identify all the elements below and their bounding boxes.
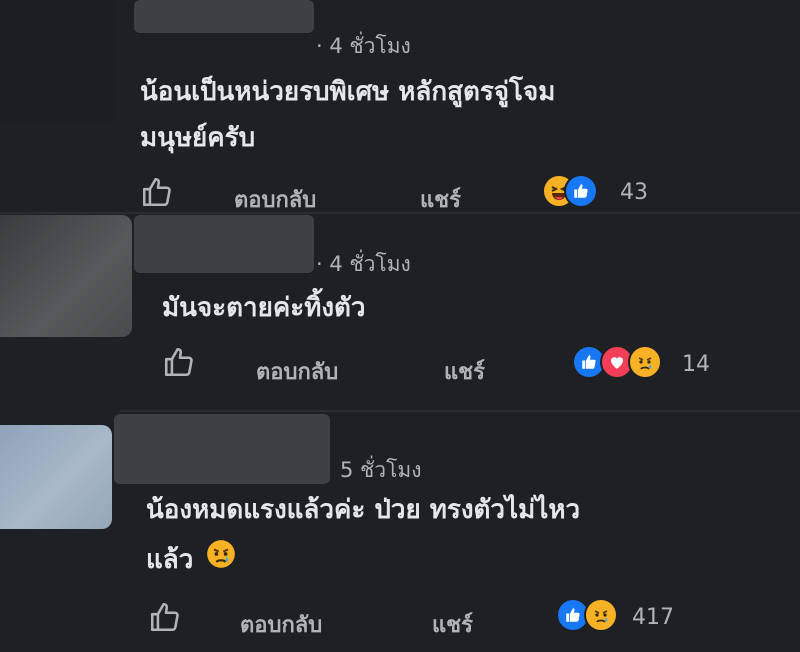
comment-text-line: แล้ว bbox=[146, 538, 236, 583]
sad-emoji-icon bbox=[206, 539, 236, 583]
avatar[interactable] bbox=[0, 215, 132, 337]
avatar[interactable] bbox=[0, 0, 115, 125]
like-outline-icon bbox=[142, 177, 171, 207]
like-reaction-icon bbox=[564, 174, 598, 208]
comment-text-word: แล้ว bbox=[146, 545, 194, 575]
comment-text-line: มนุษย์ครับ bbox=[140, 123, 256, 153]
reaction-count: 417 bbox=[632, 605, 674, 630]
reaction-count: 43 bbox=[620, 180, 648, 205]
commenter-name[interactable] bbox=[114, 414, 330, 484]
comment-divider bbox=[120, 410, 800, 412]
reactions-summary[interactable]: 14 bbox=[572, 343, 722, 383]
reactions-summary[interactable]: 417 bbox=[556, 596, 696, 636]
avatar[interactable] bbox=[0, 425, 112, 529]
reply-button[interactable]: ตอบกลับ bbox=[240, 607, 322, 642]
like-outline-icon bbox=[164, 347, 193, 377]
like-button[interactable] bbox=[162, 345, 196, 383]
commenter-name[interactable] bbox=[134, 0, 314, 33]
reaction-count: 14 bbox=[682, 352, 710, 377]
like-outline-icon bbox=[150, 602, 179, 632]
sad-emoji-icon bbox=[628, 345, 662, 379]
reply-button[interactable]: ตอบกลับ bbox=[256, 354, 338, 389]
like-button[interactable] bbox=[148, 600, 182, 638]
comment-text-line: น้อนเป็นหน่วยรบพิเศษ หลักสูตรจู่โจม bbox=[140, 77, 556, 107]
comment-text-line: น้องหมดแรงแล้วค่ะ ป่วย ทรงตัวไม่ไหว bbox=[146, 495, 581, 525]
sad-emoji-icon bbox=[584, 598, 618, 632]
comment-text-line: มันจะตายค่ะทิ้งตัว bbox=[162, 293, 366, 323]
share-button[interactable]: แชร์ bbox=[444, 354, 485, 389]
like-button[interactable] bbox=[140, 175, 174, 213]
share-button[interactable]: แชร์ bbox=[432, 607, 473, 642]
comment-divider bbox=[0, 212, 800, 214]
comment-time[interactable]: 5 ชั่วโมง bbox=[340, 454, 421, 487]
reactions-summary[interactable]: 43 bbox=[542, 172, 662, 212]
comment-time[interactable]: · 4 ชั่วโมง bbox=[316, 248, 411, 281]
commenter-name[interactable] bbox=[134, 215, 314, 273]
comment-time[interactable]: · 4 ชั่วโมง bbox=[316, 30, 411, 63]
